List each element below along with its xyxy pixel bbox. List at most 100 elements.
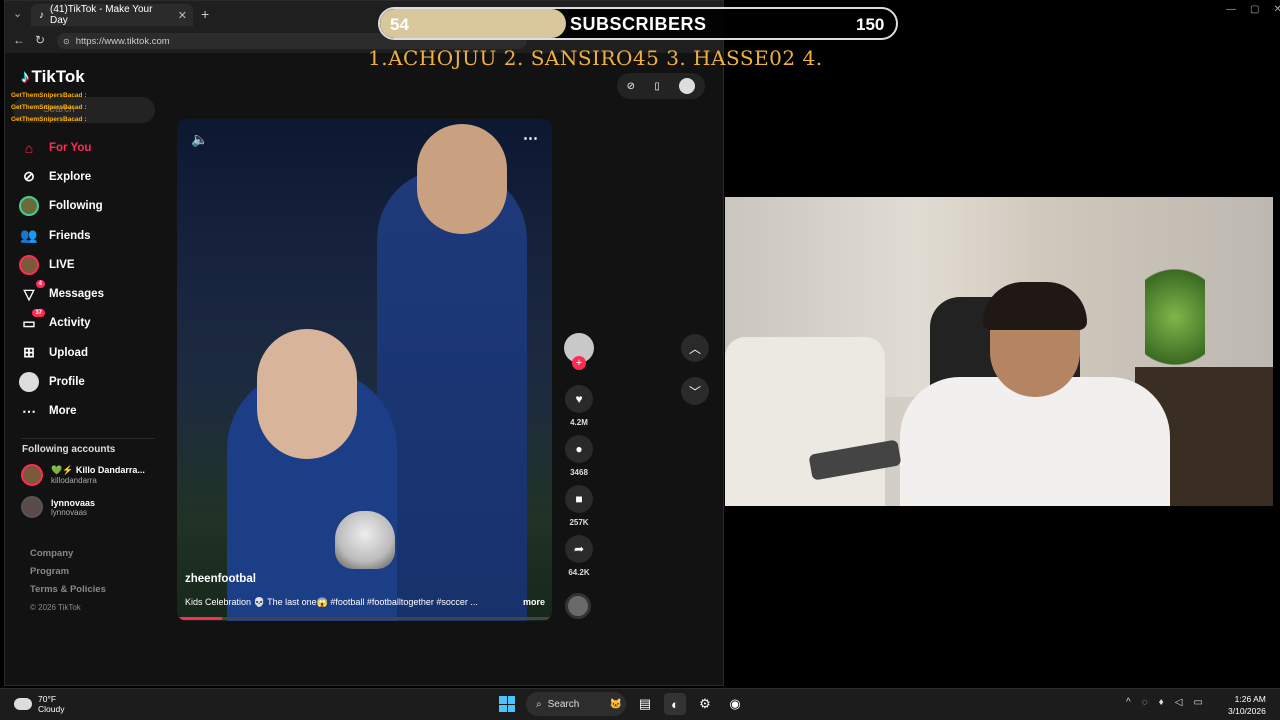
subscriber-current: 54 bbox=[390, 15, 409, 34]
sidebar-nav: ⌂ For You ⊘ Explore Following 👥 Friends … bbox=[19, 133, 169, 426]
webcam-background bbox=[1145, 257, 1205, 377]
save-count: 257K bbox=[569, 518, 589, 527]
sidebar-item-messages[interactable]: ▽ 4 Messages bbox=[19, 279, 169, 308]
mic-icon[interactable]: ♦ bbox=[1159, 697, 1164, 708]
tray-app-icon[interactable]: ◌ bbox=[1142, 697, 1148, 708]
account-handle: lynnovaas bbox=[51, 507, 88, 517]
share-icon[interactable]: ➦ bbox=[565, 535, 593, 563]
sidebar-item-label: Messages bbox=[49, 288, 104, 301]
previous-video-button[interactable]: ︿ bbox=[681, 334, 709, 362]
sidebar-item-for-you[interactable]: ⌂ For You bbox=[19, 133, 169, 162]
video-player[interactable]: 🔈 ⋯ zheenfootbal Kids Celebration 💀 The … bbox=[177, 119, 552, 621]
refresh-icon[interactable]: ↻ bbox=[35, 33, 45, 47]
maximize-icon[interactable]: ▢ bbox=[1250, 4, 1259, 15]
avatar bbox=[21, 496, 43, 518]
user-avatar[interactable] bbox=[679, 78, 696, 94]
weather-widget[interactable]: 70°F Cloudy bbox=[14, 694, 64, 714]
coin-icon[interactable]: ⊘ bbox=[627, 81, 635, 92]
chat-line: GetThemSnipersBacad : bbox=[11, 116, 87, 123]
device-icon[interactable]: ▯ bbox=[654, 81, 660, 92]
weather-temp: 70°F bbox=[38, 694, 57, 704]
subscriber-goal-bar: 54 SUBSCRIBERS 150 bbox=[378, 7, 898, 40]
home-icon: ⌂ bbox=[24, 139, 34, 156]
video-frame bbox=[417, 124, 507, 234]
clock-date: 3/10/2026 bbox=[1228, 706, 1266, 716]
share-count: 64.2K bbox=[568, 568, 590, 577]
taskbar-search[interactable]: ⌕ Search 🐱 bbox=[526, 692, 626, 716]
video-progress-bar[interactable] bbox=[177, 617, 552, 620]
sidebar-item-activity[interactable]: ▭ 37 Activity bbox=[19, 309, 169, 338]
tiktok-note-icon: ♪ bbox=[21, 67, 30, 86]
share-action: ➦ 64.2K bbox=[563, 535, 595, 577]
footer-link-company[interactable]: Company bbox=[30, 545, 106, 563]
sidebar-item-label: Explore bbox=[49, 170, 92, 183]
video-author[interactable]: zheenfootbal bbox=[185, 573, 256, 585]
leaderboard: 1.ACHOJUU 2. SANSIRO45 3. HASSE02 4. bbox=[368, 46, 823, 70]
tab-list-icon[interactable]: ⌄ bbox=[13, 7, 22, 20]
back-icon[interactable]: ← bbox=[13, 33, 25, 47]
clock-time: 1:26 AM bbox=[1234, 694, 1266, 704]
settings-app-icon[interactable]: ⚙ bbox=[694, 693, 716, 715]
edge-icon[interactable]: ◐ bbox=[664, 693, 686, 715]
webcam-background bbox=[725, 337, 885, 506]
close-window-icon[interactable]: ✕ bbox=[1273, 4, 1280, 15]
sidebar-item-profile[interactable]: Profile bbox=[19, 367, 169, 396]
windows-icon bbox=[499, 696, 515, 712]
divider bbox=[21, 438, 155, 439]
creator-avatar[interactable]: + bbox=[564, 333, 594, 370]
upload-icon: ⊞ bbox=[23, 344, 35, 361]
like-action: ♥ 4.2M bbox=[563, 385, 595, 427]
taskbar-search-label: Search bbox=[547, 698, 580, 710]
music-disc-icon[interactable] bbox=[565, 593, 591, 619]
sidebar-item-label: Friends bbox=[49, 229, 91, 242]
minimize-icon[interactable]: — bbox=[1226, 4, 1236, 15]
video-frame bbox=[377, 169, 527, 621]
start-button[interactable] bbox=[496, 693, 518, 715]
tab-close-icon[interactable]: ✕ bbox=[178, 9, 187, 22]
caption-text: Kids Celebration 💀 The last one😱 #footba… bbox=[185, 597, 478, 607]
discord-icon[interactable]: ◉ bbox=[724, 693, 746, 715]
following-account[interactable]: lynnovaas lynnovaas bbox=[21, 493, 171, 521]
follow-plus-icon[interactable]: + bbox=[572, 356, 586, 370]
taskbar: 70°F Cloudy ⌕ Search 🐱 ▤ ◐ ⚙ ◉ ^ ◌ ♦ ◁ ▭… bbox=[0, 688, 1280, 720]
caption-more-link[interactable]: more bbox=[523, 597, 545, 608]
system-tray: ^ ◌ ♦ ◁ ▭ bbox=[1126, 697, 1203, 708]
sidebar-item-label: Upload bbox=[49, 346, 88, 359]
sidebar-item-upload[interactable]: ⊞ Upload bbox=[19, 338, 169, 367]
footer: Company Program Terms & Policies © 2026 … bbox=[30, 545, 106, 617]
copyright: © 2026 TikTok bbox=[30, 603, 81, 612]
bookmark-icon[interactable]: ■ bbox=[565, 485, 593, 513]
sidebar-item-label: More bbox=[49, 405, 77, 418]
messages-badge: 4 bbox=[35, 280, 45, 289]
heart-icon[interactable]: ♥ bbox=[565, 385, 593, 413]
account-name: lynnovaas bbox=[51, 497, 96, 508]
tiktok-logo[interactable]: ♪ TikTok bbox=[21, 67, 85, 87]
new-tab-button[interactable]: + bbox=[201, 6, 209, 22]
sidebar-item-live[interactable]: LIVE bbox=[19, 250, 169, 279]
sidebar-item-more[interactable]: ⋯ More bbox=[19, 397, 169, 426]
chat-line: GetThemSnipersBacad : bbox=[11, 92, 87, 99]
sidebar-item-following[interactable]: Following bbox=[19, 192, 169, 221]
subscriber-goal: 150 bbox=[856, 15, 885, 34]
file-explorer-icon[interactable]: ▤ bbox=[634, 693, 656, 715]
skull-sticker bbox=[335, 511, 395, 569]
sidebar-item-explore[interactable]: ⊘ Explore bbox=[19, 162, 169, 191]
more-icon: ⋯ bbox=[22, 402, 36, 419]
tray-chevron-icon[interactable]: ^ bbox=[1126, 697, 1131, 708]
window-controls: — ▢ ✕ bbox=[1226, 4, 1280, 15]
tab-tiktok[interactable]: ♪ (41)TikTok - Make Your Day ✕ bbox=[31, 4, 193, 26]
volume-icon[interactable]: 🔈 bbox=[191, 131, 208, 148]
search-icon: ⌕ bbox=[536, 698, 542, 710]
more-options-icon[interactable]: ⋯ bbox=[523, 129, 538, 147]
network-icon[interactable]: ▭ bbox=[1193, 697, 1202, 708]
taskbar-apps: ⌕ Search 🐱 ▤ ◐ ⚙ ◉ bbox=[496, 692, 746, 716]
next-video-button[interactable]: ﹀ bbox=[681, 377, 709, 405]
following-account[interactable]: 💚⚡ Killo Dandarra... killodandarra bbox=[21, 461, 171, 489]
footer-link-program[interactable]: Program bbox=[30, 563, 106, 581]
tiktok-favicon-icon: ♪ bbox=[39, 9, 44, 21]
sidebar-item-friends[interactable]: 👥 Friends bbox=[19, 221, 169, 250]
clock[interactable]: 1:26 AM 3/10/2026 bbox=[1228, 693, 1266, 717]
comment-icon[interactable]: ● bbox=[565, 435, 593, 463]
volume-tray-icon[interactable]: ◁ bbox=[1175, 697, 1183, 708]
footer-link-terms[interactable]: Terms & Policies bbox=[30, 581, 106, 599]
